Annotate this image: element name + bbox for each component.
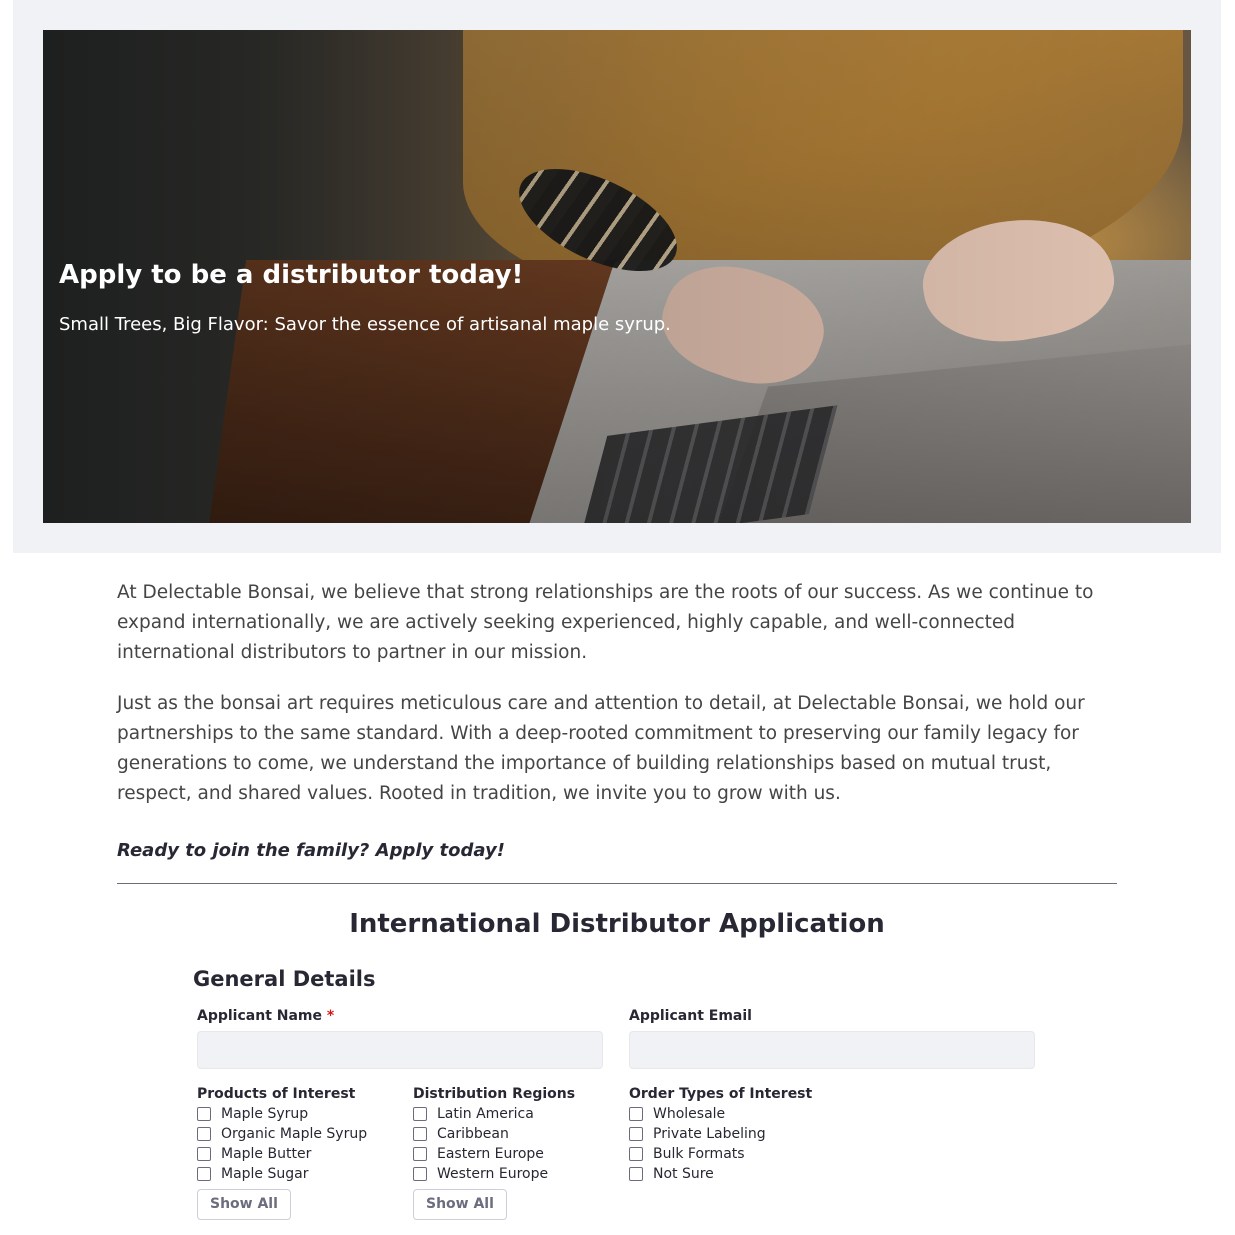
checkbox[interactable] [629,1127,643,1141]
order-types-label: Order Types of Interest [629,1086,813,1102]
checkbox-option[interactable]: Maple Butter [197,1144,367,1164]
checkbox-option[interactable]: Bulk Formats [629,1144,812,1164]
form-section-title: General Details [193,967,376,991]
order-types-group: Order Types of Interest Wholesale Privat… [629,1084,812,1184]
products-of-interest-group: Products of Interest Maple Syrup Organic… [197,1084,367,1220]
hero-subtitle: Small Trees, Big Flavor: Savor the essen… [59,314,671,335]
checkbox[interactable] [197,1167,211,1181]
distribution-regions-group: Distribution Regions Latin America Carib… [413,1084,575,1220]
checkbox[interactable] [413,1167,427,1181]
checkbox-option[interactable]: Latin America [413,1104,575,1124]
checkbox[interactable] [629,1147,643,1161]
hero-title: Apply to be a distributor today! [59,260,524,290]
checkbox-option[interactable]: Wholesale [629,1104,812,1124]
checkbox-option[interactable]: Eastern Europe [413,1144,575,1164]
form-title: International Distributor Application [349,909,885,939]
checkbox-label: Maple Syrup [221,1106,309,1122]
products-show-all-button[interactable]: Show All [197,1189,291,1220]
checkbox-label: Not Sure [653,1166,714,1182]
checkbox-label: Maple Sugar [221,1166,309,1182]
checkbox[interactable] [629,1167,643,1181]
hero-banner: Apply to be a distributor today! Small T… [43,30,1191,523]
checkbox-label: Western Europe [437,1166,549,1182]
checkbox-option[interactable]: Maple Sugar [197,1164,367,1184]
products-of-interest-label: Products of Interest [197,1086,356,1102]
checkbox-label: Caribbean [437,1126,509,1142]
intro-paragraph-2: Just as the bonsai art requires meticulo… [117,693,1085,804]
call-to-action: Ready to join the family? Apply today! [117,840,505,861]
checkbox-option[interactable]: Maple Syrup [197,1104,367,1124]
checkbox-label: Organic Maple Syrup [221,1126,368,1142]
required-mark: * [326,1008,335,1024]
checkbox[interactable] [197,1147,211,1161]
checkbox-option[interactable]: Organic Maple Syrup [197,1124,367,1144]
intro-content: At Delectable Bonsai, we believe that st… [117,578,1117,830]
checkbox[interactable] [629,1107,643,1121]
checkbox[interactable] [413,1147,427,1161]
checkbox-option[interactable]: Western Europe [413,1164,575,1184]
distribution-regions-label: Distribution Regions [413,1086,576,1102]
checkbox[interactable] [413,1107,427,1121]
regions-show-all-button[interactable]: Show All [413,1189,507,1220]
checkbox-label: Maple Butter [221,1146,312,1162]
checkbox-option[interactable]: Not Sure [629,1164,812,1184]
applicant-email-label: Applicant Email [629,1008,752,1024]
applicant-email-input[interactable] [629,1031,1035,1069]
applicant-name-input[interactable] [197,1031,603,1069]
checkbox[interactable] [197,1107,211,1121]
checkbox-label: Latin America [437,1106,534,1122]
checkbox-label: Eastern Europe [437,1146,544,1162]
checkbox-label: Wholesale [653,1106,726,1122]
section-divider [117,883,1117,884]
hero-section: Apply to be a distributor today! Small T… [13,0,1221,553]
checkbox[interactable] [413,1127,427,1141]
applicant-name-label: Applicant Name * [197,1008,334,1024]
checkbox[interactable] [197,1127,211,1141]
applicant-name-label-text: Applicant Name [197,1008,323,1024]
intro-paragraph-1: At Delectable Bonsai, we believe that st… [117,582,1094,663]
checkbox-label: Private Labeling [653,1126,766,1142]
checkbox-option[interactable]: Private Labeling [629,1124,812,1144]
checkbox-option[interactable]: Caribbean [413,1124,575,1144]
checkbox-label: Bulk Formats [653,1146,745,1162]
